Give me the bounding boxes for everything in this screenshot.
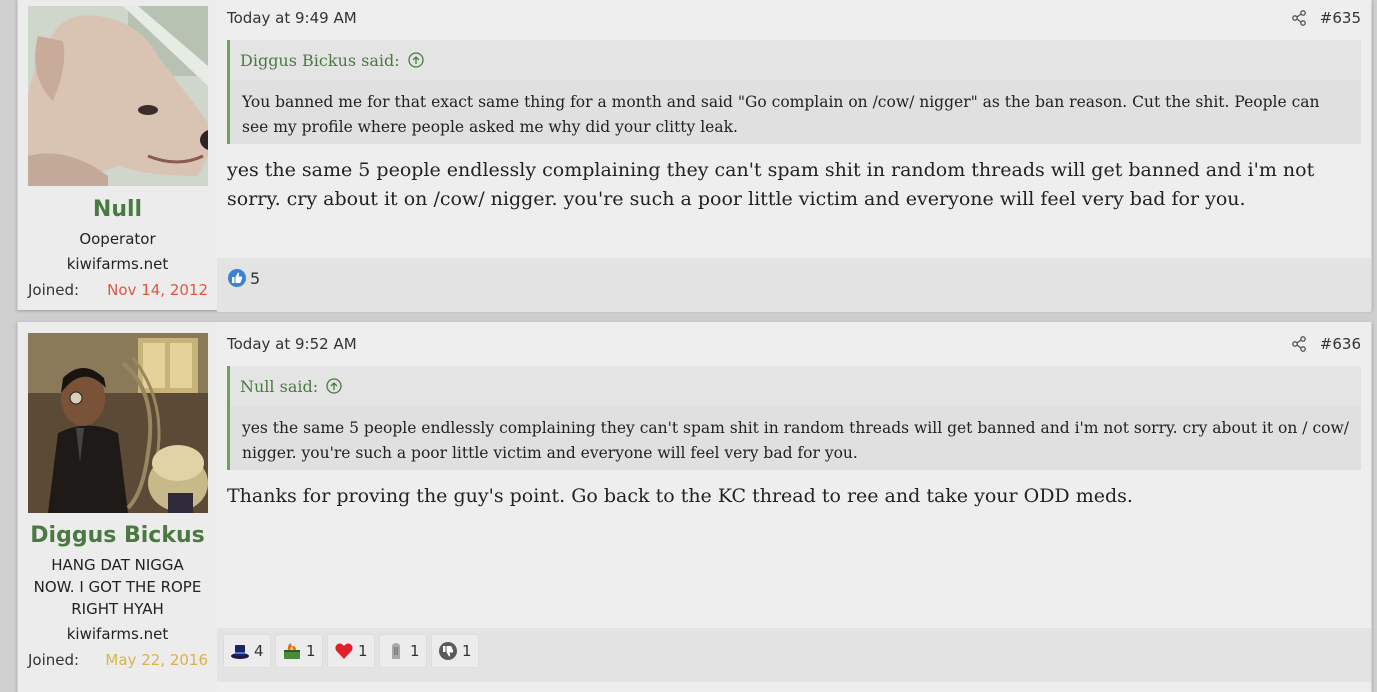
reaction-count: 5 [250,268,261,288]
post-636: Diggus Bickus HANG DAT NIGGA NOW. I GOT … [17,322,1372,692]
user-site: kiwifarms.net [66,625,169,643]
reaction-count: 1 [462,642,472,660]
quote-block: Diggus Bickus said: You banned me for th… [227,40,1361,144]
dislike-icon [439,642,457,660]
reactions-bar: 5 [217,258,1371,312]
reaction-autism[interactable]: 1 [379,634,427,668]
reaction-dumpster-fire[interactable]: 1 [275,634,323,668]
man-with-rope-avatar-icon [28,333,208,513]
autism-icon [392,643,400,659]
user-title-line: NOW. I GOT THE ROPE [33,578,202,596]
share-icon[interactable] [1291,10,1307,26]
joined-label: Joined: [28,651,80,669]
heart-icon [335,643,353,659]
post-635: Null Ooperator kiwifarms.net Joined: Nov… [17,0,1372,312]
quote-text: yes the same 5 people endlessly complain… [230,406,1361,470]
reaction-dislike[interactable]: 1 [431,634,479,668]
user-cell: Null Ooperator kiwifarms.net Joined: Nov… [18,0,217,310]
like-icon [228,269,246,287]
quote-author[interactable]: Null said: [240,377,342,396]
reaction-like[interactable]: 5 [227,268,260,288]
post-number[interactable]: #636 [1320,335,1361,353]
reaction-count: 1 [410,642,420,660]
user-title-line: RIGHT HYAH [71,600,164,618]
user-title: Ooperator [79,230,156,248]
quote-author[interactable]: Diggus Bickus said: [240,51,424,70]
user-site: kiwifarms.net [66,255,169,273]
quote-author-text[interactable]: Null said: [240,377,318,396]
reaction-top-hat[interactable]: 4 [223,634,271,668]
share-icon[interactable] [1291,336,1307,352]
username[interactable]: Diggus Bickus [18,523,217,548]
user-cell: Diggus Bickus HANG DAT NIGGA NOW. I GOT … [18,322,217,692]
joined-date: Nov 14, 2012 [107,281,208,299]
reaction-heart[interactable]: 1 [327,634,375,668]
post-body: Thanks for proving the guy's point. Go b… [227,485,1133,507]
reaction-count: 1 [358,642,368,660]
jump-up-icon[interactable] [408,52,424,68]
reaction-count: 4 [254,642,264,660]
post-time[interactable]: Today at 9:52 AM [227,335,357,353]
quote-block: Null said: yes the same 5 people endless… [227,366,1361,470]
reactions-bar: 4 1 1 1 1 [217,628,1371,682]
quote-text: You banned me for that exact same thing … [230,80,1361,144]
dog-avatar-icon [28,6,208,186]
joined-date: May 22, 2016 [105,651,208,669]
post-time[interactable]: Today at 9:49 AM [227,9,357,27]
reaction-count: 1 [306,642,316,660]
post-number[interactable]: #635 [1320,9,1361,27]
post-body: yes the same 5 people endlessly complain… [227,159,1315,210]
quote-author-text[interactable]: Diggus Bickus said: [240,51,400,70]
joined-label: Joined: [28,281,80,299]
user-title-line: HANG DAT NIGGA [51,556,184,574]
avatar[interactable] [28,6,208,186]
dumpster-fire-icon [284,643,300,659]
top-hat-icon [231,645,249,659]
username[interactable]: Null [18,197,217,222]
avatar[interactable] [28,333,208,513]
jump-up-icon[interactable] [326,378,342,394]
